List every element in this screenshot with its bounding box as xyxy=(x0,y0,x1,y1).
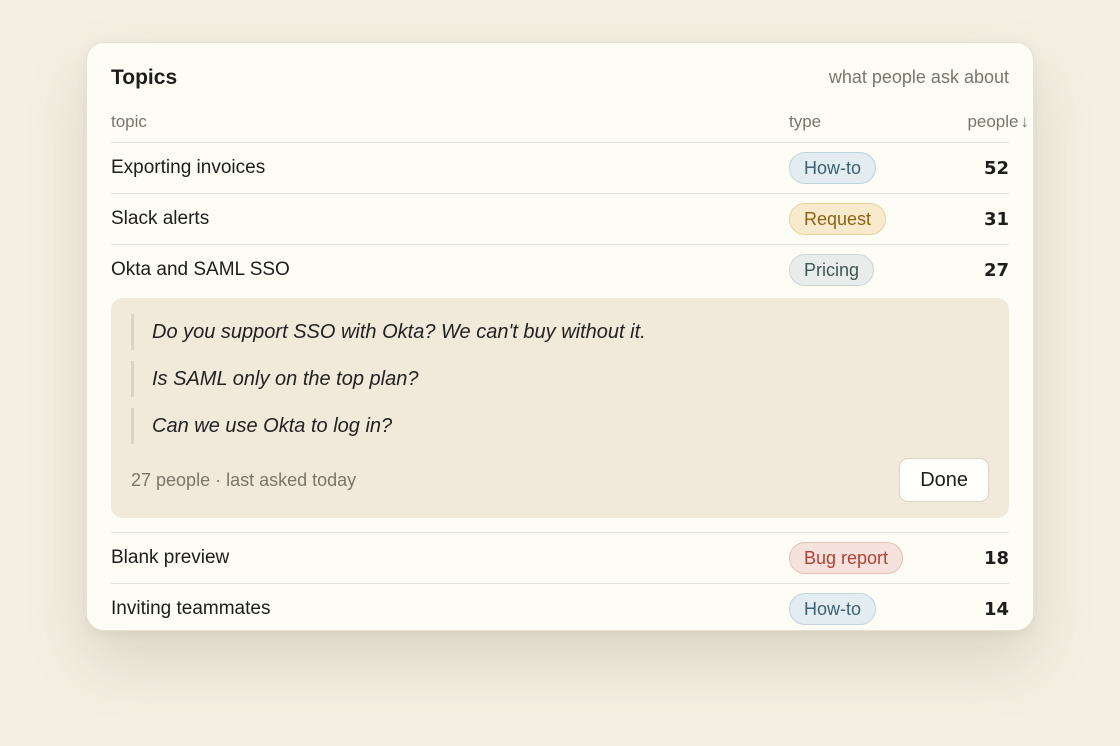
table-row-expanded[interactable]: Okta and SAML SSO Pricing 27 xyxy=(111,244,1009,295)
question-quote: Do you support SSO with Okta? We can't b… xyxy=(131,314,989,350)
card-header: Topics what people ask about xyxy=(111,43,1009,110)
question-quote: Can we use Okta to log in? xyxy=(131,408,989,444)
type-badge: Pricing xyxy=(789,254,875,286)
column-header-people[interactable]: people ↓ xyxy=(949,112,1029,132)
column-headers: topic type people ↓ xyxy=(111,110,1029,134)
question-quote: Is SAML only on the top plan? xyxy=(131,361,989,397)
type-badge: How-to xyxy=(789,593,877,625)
detail-meta: 27 people · last asked today xyxy=(131,469,357,490)
type-badge: Bug report xyxy=(789,542,904,574)
table-row[interactable]: Inviting teammates How-to 14 xyxy=(111,583,1009,634)
table-row[interactable]: Exporting invoices How-to 52 xyxy=(111,142,1009,193)
row-count: 52 xyxy=(983,157,1009,179)
column-header-topic[interactable]: topic xyxy=(111,112,789,132)
detail-footer: 27 people · last asked today Done xyxy=(131,458,989,502)
row-count: 27 xyxy=(983,259,1009,281)
table-row[interactable]: Slack alerts Request 31 xyxy=(111,193,1009,244)
row-topic: Slack alerts xyxy=(111,208,210,229)
column-header-type[interactable]: type xyxy=(789,112,929,132)
card-title: Topics xyxy=(111,65,178,89)
row-topic: Inviting teammates xyxy=(111,598,271,619)
column-header-people-label: people xyxy=(967,112,1019,131)
topics-card: Topics what people ask about topic type … xyxy=(86,42,1034,631)
row-topic: Okta and SAML SSO xyxy=(111,259,290,280)
table-row[interactable]: Blank preview Bug report 18 xyxy=(111,532,1009,583)
type-badge: Request xyxy=(789,203,887,235)
row-count: 31 xyxy=(983,208,1009,230)
topic-list: Exporting invoices How-to 52 Slack alert… xyxy=(111,142,1009,634)
row-topic: Exporting invoices xyxy=(111,157,266,178)
done-button[interactable]: Done xyxy=(899,458,989,502)
row-count: 18 xyxy=(983,547,1009,569)
card-subtitle: what people ask about xyxy=(828,67,1009,87)
sort-down-icon: ↓ xyxy=(1020,112,1030,131)
topic-detail-panel: Do you support SSO with Okta? We can't b… xyxy=(111,298,1009,518)
type-badge: How-to xyxy=(789,152,877,184)
row-topic: Blank preview xyxy=(111,547,230,568)
row-count: 14 xyxy=(983,598,1009,620)
